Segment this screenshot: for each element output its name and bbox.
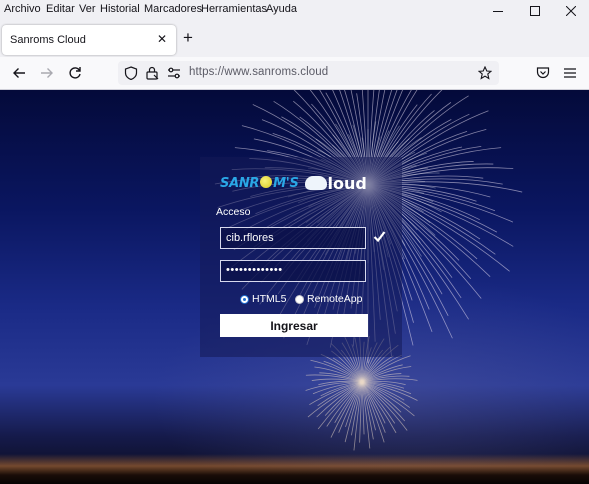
radio-remoteapp-label: RemoteApp [307,293,363,305]
tab-bar: Sanroms Cloud ✕ + [0,22,589,57]
minimize-button[interactable] [480,0,516,22]
logo-sanroms-text-start: SANR [220,175,260,191]
cloud-icon [304,176,327,190]
forward-button[interactable] [37,63,57,83]
new-tab-button[interactable]: + [183,28,193,48]
menu-marcadores[interactable]: Marcadores [144,3,202,15]
address-bar[interactable]: https://www.sanroms.cloud [118,61,499,85]
tab-title: Sanroms Cloud [10,34,86,46]
logo-o-ball-icon [260,175,273,188]
password-input[interactable]: ••••••••••••• [220,260,366,282]
minimize-icon [493,11,503,12]
logo-cloud: loud [304,173,367,193]
menu-archivo[interactable]: Archivo [4,3,41,15]
ingresar-label: Ingresar [270,318,318,333]
menu-bar: Archivo Editar Ver Historial Marcadores … [0,0,589,22]
url-text: https://www.sanroms.cloud [189,66,329,78]
close-icon [566,6,576,16]
menu-ver[interactable]: Ver [79,3,96,15]
logo-sanroms: SANR M'S [220,175,299,191]
arrow-left-icon [13,68,25,78]
pocket-icon [536,67,550,79]
permissions-icon[interactable] [167,66,181,80]
access-label: Acceso [216,206,251,218]
menu-historial[interactable]: Historial [100,3,140,15]
close-window-button[interactable] [553,0,589,22]
page-content: SANR M'S loud Acceso cib.rflores ••••••••… [0,90,589,484]
radio-remoteapp[interactable]: RemoteApp [295,293,362,305]
shield-icon[interactable] [124,66,138,80]
reload-button[interactable] [65,63,85,83]
menu-editar[interactable]: Editar [46,3,75,15]
ingresar-button[interactable]: Ingresar [220,314,368,337]
radio-html5-selected-icon[interactable] [240,294,249,304]
radio-html5[interactable]: HTML5 [240,293,286,305]
password-mask: ••••••••••••• [226,264,283,276]
navigation-bar: https://www.sanroms.cloud [0,57,589,90]
back-button[interactable] [9,63,29,83]
radio-remoteapp-icon[interactable] [295,294,304,304]
arrow-right-icon [41,68,53,78]
app-menu-button[interactable] [560,63,580,83]
tab-close-icon[interactable]: ✕ [157,32,167,46]
username-value: cib.rflores [226,232,274,244]
radio-html5-label: HTML5 [252,293,287,305]
hamburger-menu-icon [564,68,576,78]
menu-ayuda[interactable]: Ayuda [266,3,297,15]
logo-cloud-text: loud [327,173,367,193]
pocket-button[interactable] [533,63,553,83]
lock-icon[interactable] [145,66,159,80]
sanroms-cloud-logo: SANR M'S loud [220,171,367,195]
horizon-skyline [0,454,589,484]
maximize-icon [530,6,540,16]
menu-herramientas[interactable]: Herramientas [201,3,267,15]
tab-sanroms-cloud[interactable]: Sanroms Cloud ✕ [2,25,176,55]
maximize-button[interactable] [517,0,553,22]
login-panel: SANR M'S loud Acceso cib.rflores ••••••••… [200,157,402,357]
bookmark-star-icon[interactable] [478,66,492,80]
reload-icon [69,67,81,79]
logo-sanroms-text-end: M'S [273,175,299,191]
username-input[interactable]: cib.rflores [220,227,366,249]
checkmark-icon [373,231,386,243]
